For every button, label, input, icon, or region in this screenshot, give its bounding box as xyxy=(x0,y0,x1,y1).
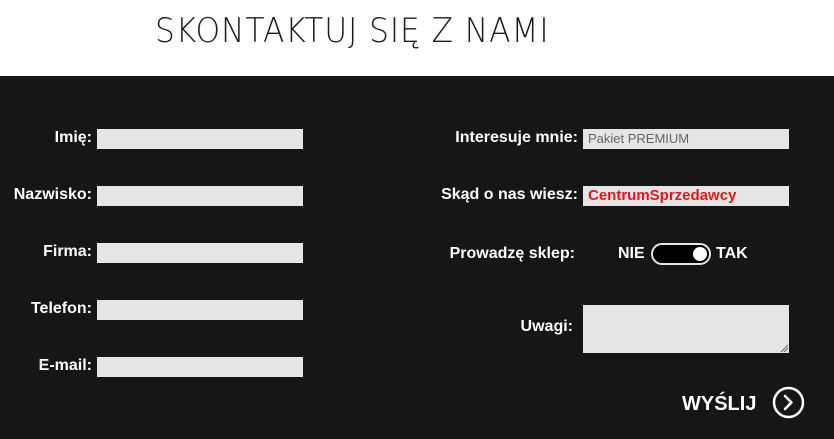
notes-textarea[interactable] xyxy=(583,305,789,353)
toggle-knob xyxy=(693,247,707,261)
source-input[interactable]: CentrumSprzedawcy xyxy=(583,186,789,206)
last-name-input[interactable] xyxy=(97,186,303,206)
phone-input[interactable] xyxy=(97,300,303,320)
contact-form: Imię: Nazwisko: Firma: Telefon: E-mail: … xyxy=(0,76,834,439)
send-label[interactable]: WYŚLIJ xyxy=(682,386,756,422)
arrow-right-circle-icon[interactable] xyxy=(772,386,805,419)
shop-toggle[interactable] xyxy=(651,243,711,265)
phone-label: Telefon: xyxy=(30,300,92,317)
shop-no-label: NIE xyxy=(618,245,645,262)
company-input[interactable] xyxy=(97,243,303,263)
interest-value: Pakiet PREMIUM xyxy=(588,131,690,146)
source-label: Skąd o nas wiesz: xyxy=(441,186,578,203)
interest-label: Interesuje mnie: xyxy=(455,129,578,146)
email-input[interactable] xyxy=(97,357,303,377)
interest-select[interactable]: Pakiet PREMIUM xyxy=(583,129,789,149)
shop-label: Prowadzę sklep: xyxy=(449,245,575,262)
last-name-label: Nazwisko: xyxy=(13,186,92,203)
company-label: Firma: xyxy=(43,243,92,260)
resize-handle-icon[interactable] xyxy=(780,344,788,352)
first-name-label: Imię: xyxy=(54,129,92,146)
first-name-input[interactable] xyxy=(97,129,303,149)
source-value: CentrumSprzedawcy xyxy=(588,187,737,204)
shop-yes-label: TAK xyxy=(716,245,748,262)
email-label: E-mail: xyxy=(38,357,92,374)
notes-label: Uwagi: xyxy=(520,318,573,335)
page-title: SKONTAKTUJ SIĘ Z NAMI xyxy=(155,11,550,51)
page-header: SKONTAKTUJ SIĘ Z NAMI xyxy=(0,0,834,76)
